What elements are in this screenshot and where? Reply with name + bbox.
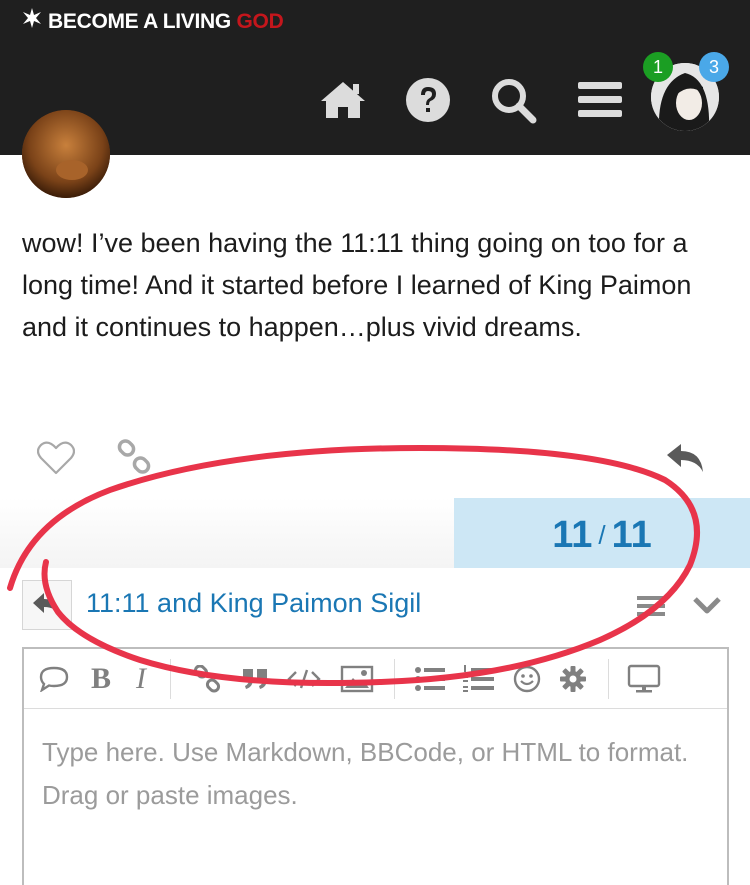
site-logo[interactable]: BECOME A LIVING GOD [22,8,284,34]
bullet-list-icon[interactable] [412,659,448,699]
site-header: BECOME A LIVING GOD 1 3 [0,0,750,155]
home-icon[interactable] [319,76,367,124]
composer-action-button[interactable] [22,580,72,630]
toolbar-divider [170,659,171,699]
search-icon[interactable] [489,76,537,124]
progress-track [0,498,454,568]
preview-monitor-icon[interactable] [624,659,664,699]
editor-toolbar: B I [24,649,727,709]
star-icon [22,8,42,34]
composer-textarea[interactable]: Type here. Use Markdown, BBCode, or HTML… [42,731,712,817]
reply-topic-link[interactable]: 11:11 and King Paimon Sigil [86,588,421,619]
quote-bubble-icon[interactable] [36,659,72,699]
toolbar-divider [394,659,395,699]
reply-icon[interactable] [664,440,706,476]
gear-icon[interactable] [556,659,590,699]
image-upload-icon[interactable] [338,659,376,699]
post-author-avatar[interactable] [22,110,110,198]
post-body: wow! I’ve been having the 11:11 thing go… [22,228,692,342]
help-icon[interactable] [404,76,452,124]
notification-badge[interactable]: 1 [643,52,673,82]
toolbar-divider [608,659,609,699]
link-icon[interactable] [190,659,224,699]
composer-editor: B I Type here. Use Markdown, BBCode, or … [22,647,729,885]
composer-options-icon[interactable] [636,594,666,618]
message-badge[interactable]: 3 [699,52,729,82]
topic-progress-counter[interactable]: 11/11 [454,510,750,560]
chevron-down-icon[interactable] [692,594,722,616]
progress-total: 11 [611,514,652,556]
code-icon[interactable] [286,659,322,699]
reply-arrow-icon [33,593,61,617]
italic-button[interactable]: I [128,659,154,699]
like-heart-icon[interactable] [36,438,76,478]
progress-separator: / [598,520,606,550]
share-link-icon[interactable] [114,437,154,477]
emoji-icon[interactable] [510,659,544,699]
logo-text: BECOME A LIVING [48,10,237,33]
numbered-list-icon[interactable] [460,659,496,699]
progress-current: 11 [552,514,593,556]
bold-button[interactable]: B [86,659,116,699]
logo-accent-text: GOD [236,10,284,33]
blockquote-icon[interactable] [238,659,272,699]
hamburger-menu-icon[interactable] [576,76,624,124]
